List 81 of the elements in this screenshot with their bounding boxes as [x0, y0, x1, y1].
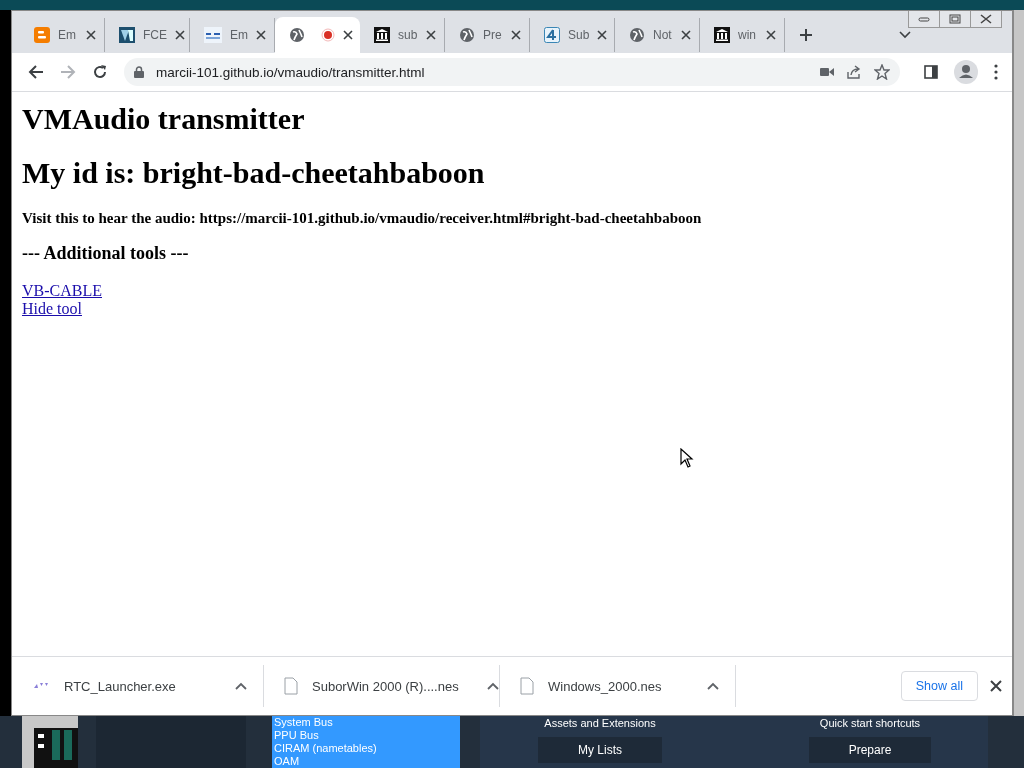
- globe-icon: [459, 27, 475, 43]
- browser-tab[interactable]: Pre: [445, 18, 530, 52]
- side-panel-icon[interactable]: [924, 65, 938, 79]
- link[interactable]: VB-CABLE: [22, 282, 102, 299]
- list-item[interactable]: CIRAM (nametables): [272, 742, 460, 755]
- close-icon[interactable]: [175, 30, 185, 40]
- browser-tab[interactable]: Em: [190, 18, 275, 52]
- browser-tab[interactable]: FCE: [105, 18, 190, 52]
- camera-icon[interactable]: [820, 67, 834, 77]
- back-arrow-icon[interactable]: [28, 64, 44, 80]
- logo-icon: [119, 27, 135, 43]
- close-icon[interactable]: [86, 30, 96, 40]
- new-tab-icon[interactable]: [799, 28, 813, 42]
- logo-icon: [34, 27, 50, 43]
- caret-up-icon[interactable]: [707, 682, 719, 690]
- prepare-button[interactable]: Prepare: [808, 737, 932, 763]
- close-icon[interactable]: [978, 12, 994, 26]
- recording-icon: [321, 28, 335, 42]
- file-name: SuborWin 2000 (R)....nes: [312, 678, 459, 694]
- mouse-cursor-icon: [680, 448, 694, 468]
- browser-tab[interactable]: Sub: [530, 18, 615, 52]
- tab-title: Sub: [568, 28, 590, 42]
- browser-tab[interactable]: [275, 17, 360, 53]
- tab-title: Not: [653, 28, 673, 42]
- browser-tab[interactable]: Em: [20, 18, 105, 52]
- download-item[interactable]: Windows_2000.nes: [504, 665, 736, 707]
- browser-tab[interactable]: Not: [615, 18, 700, 52]
- close-icon[interactable]: [597, 30, 608, 40]
- browser-tab[interactable]: win: [700, 18, 785, 52]
- restore-icon[interactable]: [947, 12, 963, 26]
- more-menu-icon[interactable]: [994, 64, 998, 80]
- museum-icon: [374, 27, 390, 43]
- link[interactable]: Hide tool: [22, 300, 82, 317]
- tab-title: win: [738, 28, 757, 42]
- list-item[interactable]: OAM: [272, 755, 460, 768]
- tab-title: sub: [398, 28, 418, 42]
- url-text: marcii-101.github.io/vmaudio/transmitter.html: [156, 64, 425, 80]
- section-label: Quick start shortcuts: [819, 717, 921, 729]
- chevron-down-icon[interactable]: [899, 31, 911, 39]
- file-icon: [520, 677, 534, 695]
- section-label: Assets and Extensions: [544, 717, 656, 729]
- share-icon[interactable]: [846, 64, 862, 80]
- list-item[interactable]: PPU Bus: [272, 729, 460, 742]
- tab-title: Em: [230, 28, 248, 42]
- museum-icon: [714, 27, 730, 43]
- tab-title: Pre: [483, 28, 503, 42]
- close-icon[interactable]: [681, 30, 691, 40]
- address-bar[interactable]: marcii-101.github.io/vmaudio/transmitter.html: [124, 58, 900, 86]
- profile-icon[interactable]: [954, 60, 978, 84]
- list-item[interactable]: System Bus: [272, 716, 460, 729]
- tab-title: FCE: [143, 28, 167, 42]
- caret-up-icon[interactable]: [235, 682, 247, 690]
- caret-up-icon[interactable]: [486, 682, 499, 690]
- memory-list[interactable]: System Bus PPU Bus CIRAM (nametables) OAM: [272, 716, 460, 768]
- download-item[interactable]: SuborWin 2000 (R)....nes: [268, 665, 500, 707]
- globe-icon: [289, 27, 305, 43]
- close-icon[interactable]: [766, 30, 776, 40]
- logo-icon: [544, 27, 560, 43]
- show-all-button[interactable]: Show all: [900, 671, 978, 701]
- lock-icon: [134, 66, 144, 78]
- app-icon: [34, 682, 50, 690]
- file-icon: [284, 677, 298, 695]
- close-icon[interactable]: [511, 30, 521, 40]
- star-icon[interactable]: [874, 64, 890, 80]
- close-icon[interactable]: [426, 30, 436, 40]
- globe-icon: [629, 27, 645, 43]
- file-name: RTC_Launcher.exe: [64, 678, 176, 694]
- reload-icon[interactable]: [92, 64, 108, 80]
- tools-heading: --- Additional tools ---: [22, 243, 190, 264]
- page-heading: VMAudio transmitter: [22, 102, 306, 136]
- close-icon[interactable]: [990, 680, 1002, 692]
- file-name: Windows_2000.nes: [548, 678, 662, 694]
- close-icon[interactable]: [343, 30, 353, 40]
- visit-text: Visit this to hear the audio: https://marcii-101.github.io/vmaudio/receiver.html#bright-bad-cheetahbaboon: [22, 210, 703, 227]
- tab-title: Em: [58, 28, 77, 42]
- logo-icon: [204, 27, 222, 43]
- my-lists-button[interactable]: My Lists: [538, 737, 662, 763]
- download-item[interactable]: RTC_Launcher.exe: [32, 665, 264, 707]
- id-heading: My id is: bright-bad-cheetahbaboon: [22, 156, 486, 190]
- close-icon[interactable]: [256, 30, 266, 40]
- browser-tab[interactable]: sub: [360, 18, 445, 52]
